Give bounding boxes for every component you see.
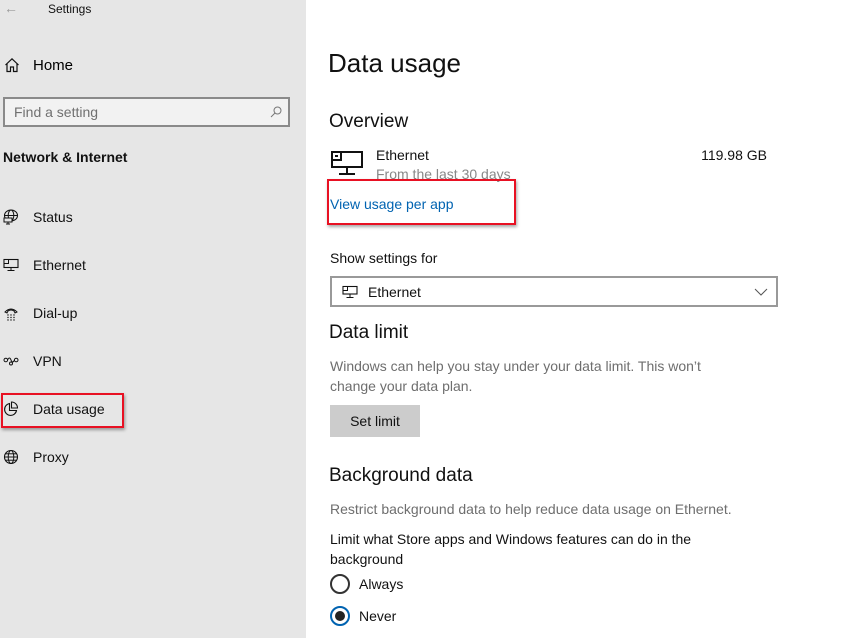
radio-circle-checked[interactable] <box>330 606 350 626</box>
section-title: Network & Internet <box>3 149 128 165</box>
page-title: Data usage <box>328 48 461 78</box>
sidebar-item-dial-up[interactable]: Dial-up <box>0 299 300 327</box>
usage-period: From the last 30 days <box>376 166 511 182</box>
sidebar-item-proxy[interactable]: Proxy <box>0 443 300 471</box>
show-settings-for-label: Show settings for <box>330 250 438 266</box>
sidebar-item-ethernet[interactable]: Ethernet <box>0 251 300 279</box>
background-data-question: Limit what Store apps and Windows featur… <box>330 531 692 567</box>
search-input[interactable] <box>5 104 264 120</box>
search-box[interactable] <box>3 97 290 127</box>
proxy-globe-icon <box>1 449 21 465</box>
nav-home-label: Home <box>33 56 74 74</box>
radio-circle-unchecked[interactable] <box>330 574 350 594</box>
overview-ethernet-row: Ethernet From the last 30 days 119.98 GB <box>330 146 770 184</box>
nav-home[interactable]: Home <box>0 52 300 78</box>
connection-name: Ethernet <box>376 147 429 163</box>
search-icon[interactable] <box>264 106 288 118</box>
sidebar-item-label: Dial-up <box>33 305 78 321</box>
overview-heading: Overview <box>329 111 409 132</box>
background-data-heading: Background data <box>329 465 473 486</box>
radio-dot <box>335 611 345 621</box>
sidebar-item-label: Status <box>33 209 73 225</box>
network-select-dropdown[interactable]: Ethernet <box>330 276 778 307</box>
ethernet-icon <box>331 151 363 182</box>
radio-label: Always <box>359 576 404 592</box>
sidebar-item-data-usage[interactable]: Data usage <box>0 395 300 423</box>
sidebar-item-vpn[interactable]: VPN <box>0 347 300 375</box>
app-title: Settings <box>48 2 92 16</box>
back-arrow-icon[interactable]: ← <box>4 0 20 16</box>
sidebar-item-label: Ethernet <box>33 257 86 273</box>
status-globe-icon <box>1 209 21 225</box>
vpn-icon <box>1 353 21 369</box>
sidebar-item-label: VPN <box>33 353 62 369</box>
view-usage-per-app-link[interactable]: View usage per app <box>330 196 454 212</box>
sidebar: ← Settings Home Network & Internet Statu… <box>0 0 306 638</box>
ethernet-icon <box>1 257 21 273</box>
sidebar-item-label: Proxy <box>33 449 69 465</box>
usage-amount: 119.98 GB <box>701 147 767 163</box>
data-limit-heading: Data limit <box>329 322 409 343</box>
chevron-down-icon <box>754 288 768 296</box>
ethernet-icon <box>342 285 358 299</box>
main-content: Data usage Overview Ethernet From the la… <box>306 0 848 638</box>
sidebar-item-status[interactable]: Status <box>0 203 300 231</box>
dial-up-icon <box>1 305 21 321</box>
dropdown-selected-value: Ethernet <box>368 283 421 300</box>
data-limit-description: Windows can help you stay under your dat… <box>330 358 701 394</box>
background-data-description: Restrict background data to help reduce … <box>330 501 732 517</box>
sidebar-item-label: Data usage <box>33 401 105 417</box>
home-icon <box>2 57 22 73</box>
radio-never[interactable]: Never <box>330 606 396 626</box>
set-limit-button[interactable]: Set limit <box>330 405 420 437</box>
radio-label: Never <box>359 608 397 624</box>
data-usage-icon <box>1 401 21 417</box>
radio-always[interactable]: Always <box>330 574 403 594</box>
